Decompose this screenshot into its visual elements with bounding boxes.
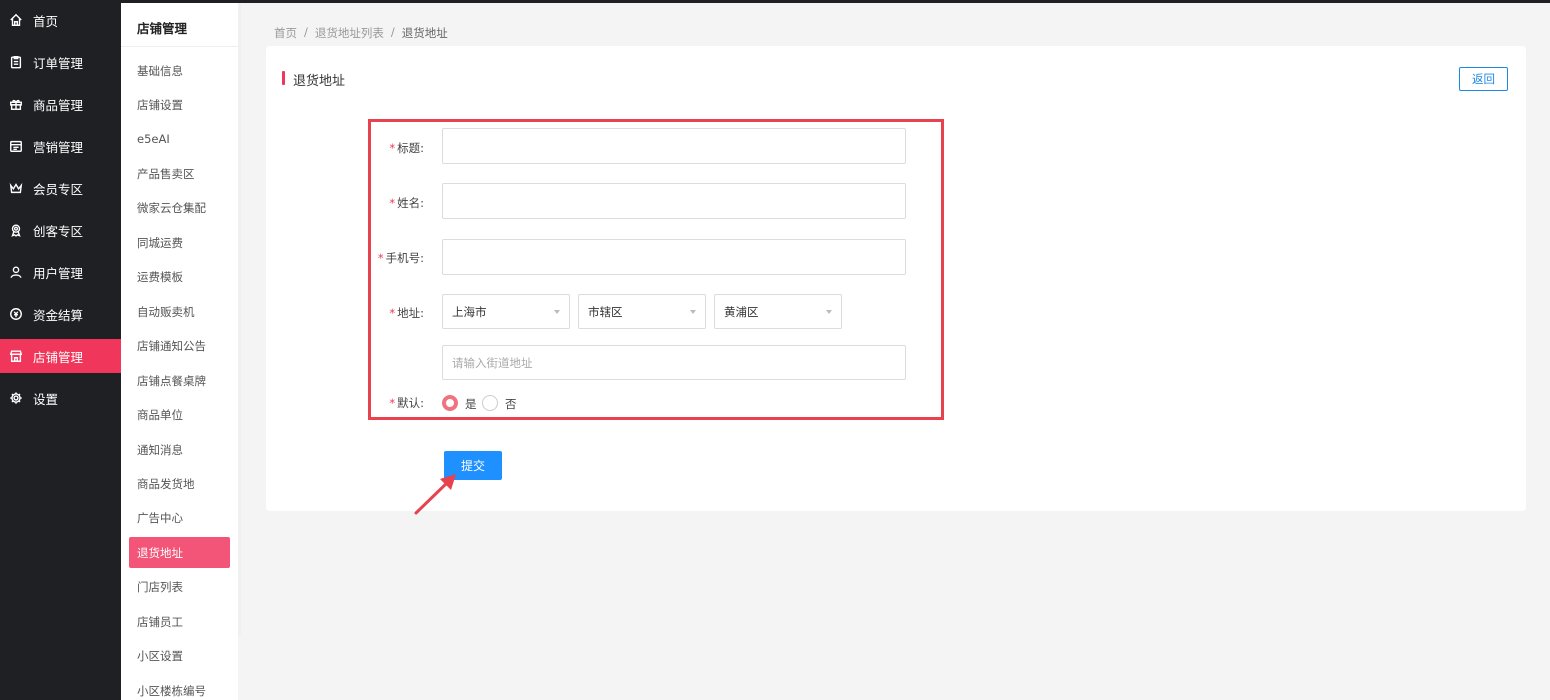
store-icon — [9, 349, 23, 363]
province-select[interactable]: 上海市 — [442, 294, 570, 329]
sub-nav-item[interactable]: 店铺员工 — [129, 606, 230, 637]
annotation-arrow-icon — [414, 474, 456, 515]
nav-item-users[interactable]: 用户管理 — [0, 255, 121, 289]
sub-nav-item[interactable]: 微家云仓集配 — [129, 193, 230, 224]
sub-nav-item[interactable]: 退货地址 — [129, 537, 230, 569]
calendar-icon — [9, 139, 23, 153]
nav-item-orders[interactable]: 订单管理 — [0, 45, 121, 79]
clipboard-icon — [9, 55, 23, 69]
nav-label: 会员专区 — [33, 181, 84, 197]
caret-down-icon — [690, 310, 696, 314]
sub-sidebar-title: 店铺管理 — [137, 21, 188, 36]
breadcrumb-home[interactable]: 首页 — [274, 25, 297, 41]
nav-label: 首页 — [33, 13, 59, 29]
nav-item-marketing[interactable]: 营销管理 — [0, 129, 121, 163]
page-title: 退货地址 — [293, 74, 346, 89]
sub-nav-item[interactable]: e5eAI — [129, 124, 230, 155]
sub-nav-item[interactable]: 广告中心 — [129, 503, 230, 534]
city-value: 市辖区 — [588, 304, 623, 319]
crown-icon — [9, 181, 23, 195]
phone-label: * 手机号: — [377, 251, 424, 265]
sub-nav-item[interactable]: 店铺点餐桌牌 — [129, 365, 230, 396]
phone-input[interactable] — [442, 239, 906, 275]
sub-nav-item[interactable]: 小区设置 — [129, 641, 230, 672]
sub-nav-item[interactable]: 商品单位 — [129, 400, 230, 431]
nav-label: 商品管理 — [33, 97, 84, 113]
award-icon — [9, 223, 23, 237]
district-value: 黄浦区 — [724, 304, 759, 319]
sub-nav-item[interactable]: 小区楼栋编号 — [129, 675, 230, 700]
province-value: 上海市 — [452, 304, 487, 319]
breadcrumb-separator: / — [390, 25, 395, 39]
breadcrumb-separator: / — [304, 25, 308, 39]
gift-icon — [9, 97, 23, 111]
sub-nav-item[interactable]: 运费模板 — [129, 262, 230, 293]
back-button[interactable]: 返回 — [1459, 67, 1508, 91]
return-address-card: 退货地址 返回 * 标题: * 姓名: * 手机号: * 地址: 上海市 市辖区 黄浦区… — [266, 46, 1526, 511]
nav-label: 营销管理 — [33, 139, 84, 155]
sub-nav-item[interactable]: 基础信息 — [129, 55, 230, 86]
money-icon — [9, 307, 23, 321]
title-input[interactable] — [442, 128, 906, 164]
nav-item-makers[interactable]: 创客专区 — [0, 213, 121, 247]
breadcrumb: 首页 / 退货地址列表 / 退货地址 — [274, 25, 448, 41]
sub-nav-item[interactable]: 店铺设置 — [129, 90, 230, 121]
caret-down-icon — [554, 310, 560, 314]
nav-label: 订单管理 — [33, 55, 84, 71]
default-yes-radio[interactable] — [442, 395, 458, 411]
breadcrumb-return-address-list[interactable]: 退货地址列表 — [315, 25, 384, 41]
caret-down-icon — [826, 310, 832, 314]
nav-item-store[interactable]: 店铺管理 — [0, 339, 121, 373]
nav-item-members[interactable]: 会员专区 — [0, 171, 121, 205]
main-sidebar: 首页 订单管理 商品管理 营销管理 会员专区 创客专区 用户管理 资金结算 店铺… — [0, 0, 121, 700]
name-input[interactable] — [442, 183, 906, 219]
user-icon — [9, 265, 23, 279]
nav-label: 用户管理 — [33, 265, 84, 281]
breadcrumb-current: 退货地址 — [401, 26, 448, 40]
nav-label: 创客专区 — [33, 223, 84, 239]
default-no-radio[interactable] — [482, 395, 498, 411]
default-label: * 默认: — [389, 396, 424, 410]
address-label: * 地址: — [389, 306, 424, 320]
nav-label: 店铺管理 — [33, 349, 84, 365]
sub-nav-item[interactable]: 同城运费 — [129, 227, 230, 258]
nav-item-products[interactable]: 商品管理 — [0, 87, 121, 121]
nav-label: 设置 — [33, 391, 59, 407]
divider — [121, 46, 238, 47]
home-icon — [9, 13, 23, 27]
sub-nav-item[interactable]: 店铺通知公告 — [129, 331, 230, 362]
sub-nav-item[interactable]: 门店列表 — [129, 572, 230, 603]
nav-item-home[interactable]: 首页 — [0, 3, 121, 37]
street-address-input[interactable] — [442, 345, 906, 380]
sub-sidebar: 店铺管理 基础信息店铺设置 e5eAI 产品售卖区微家云仓集配 同城运费运费模板 自动贩… — [121, 3, 238, 700]
nav-item-settings[interactable]: 设置 — [0, 381, 121, 415]
district-select[interactable]: 黄浦区 — [714, 294, 842, 329]
nav-item-settlement[interactable]: 资金结算 — [0, 297, 121, 331]
sub-nav-item[interactable]: 自动贩卖机 — [129, 296, 230, 327]
sub-nav-item[interactable]: 商品发货地 — [129, 468, 230, 499]
title-label: * 标题: — [389, 141, 424, 155]
scrollbar-track — [238, 3, 241, 635]
default-yes-label[interactable]: 是 — [465, 396, 477, 412]
title-accent-bar — [282, 71, 285, 85]
city-select[interactable]: 市辖区 — [578, 294, 706, 329]
sub-nav-item[interactable]: 产品售卖区 — [129, 158, 230, 189]
name-label: * 姓名: — [389, 196, 424, 210]
sub-nav-item[interactable]: 通知消息 — [129, 434, 230, 465]
default-no-label[interactable]: 否 — [505, 396, 517, 412]
gear-icon — [9, 391, 23, 405]
nav-label: 资金结算 — [33, 307, 84, 323]
